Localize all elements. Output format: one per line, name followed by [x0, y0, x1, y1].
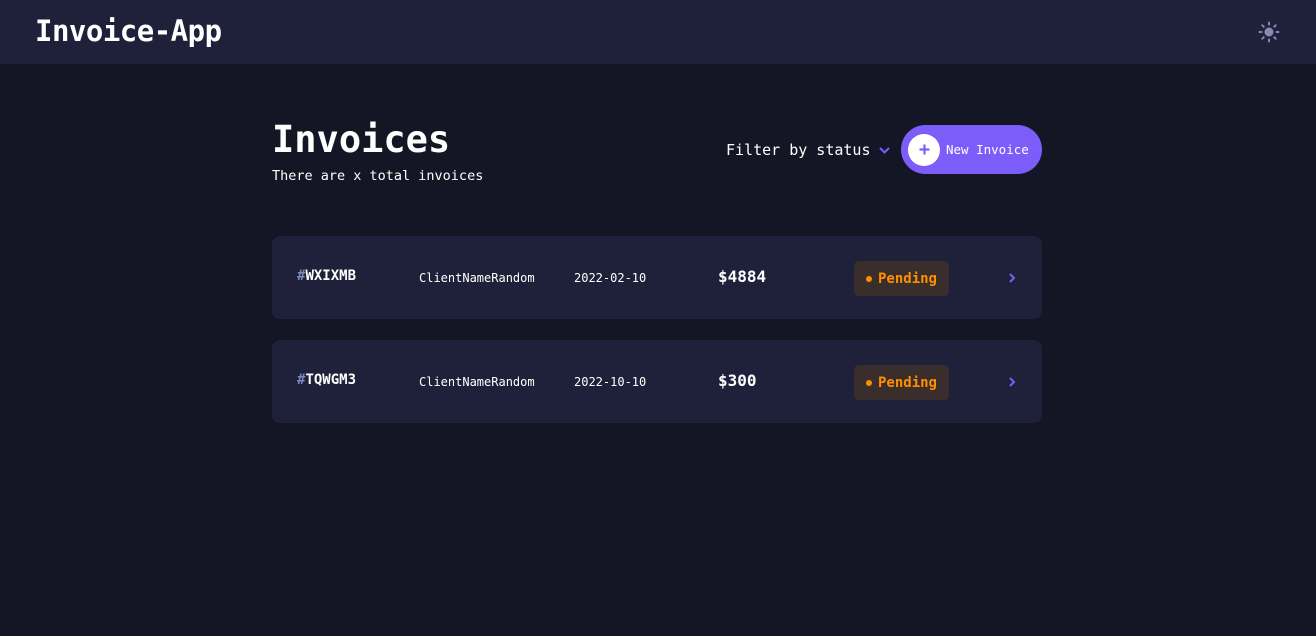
filter-by-status-dropdown[interactable]: Filter by status [726, 140, 890, 160]
plus-circle [908, 133, 940, 166]
status-badge: Pending [854, 365, 949, 400]
invoice-date: 2022-10-10 [574, 375, 647, 389]
status-label: Pending [877, 270, 937, 287]
status-dot [865, 275, 872, 282]
invoice-id: #TQWGM3 [297, 372, 356, 388]
new-invoice-label: New Invoice [946, 142, 1029, 157]
status-badge: Pending [854, 261, 949, 296]
new-invoice-button[interactable]: New Invoice [901, 125, 1042, 174]
invoice-id: #WXIXMB [297, 268, 356, 284]
top-bar: Invoice-App [0, 0, 1316, 64]
status-label: Pending [877, 374, 937, 391]
status-dot [865, 379, 872, 386]
invoice-row[interactable]: #WXIXMB ClientNameRandom 2022-02-10 $488… [272, 236, 1042, 319]
theme-toggle-button[interactable] [1256, 19, 1282, 45]
invoice-id-value: TQWGM3 [305, 372, 357, 388]
chevron-right-icon[interactable] [1006, 375, 1018, 389]
invoice-client: ClientNameRandom [419, 375, 535, 389]
invoice-amount: $4884 [718, 267, 767, 286]
invoice-count-text: There are x total invoices [272, 168, 484, 184]
sun-icon [1258, 21, 1280, 43]
plus-icon [919, 144, 929, 155]
invoice-id-value: WXIXMB [305, 268, 357, 284]
invoice-row[interactable]: #TQWGM3 ClientNameRandom 2022-10-10 $300… [272, 340, 1042, 423]
app-title: Invoice-App [35, 14, 222, 48]
invoice-client: ClientNameRandom [419, 271, 535, 285]
chevron-right-icon[interactable] [1006, 271, 1018, 285]
invoice-amount: $300 [718, 371, 757, 390]
invoice-date: 2022-02-10 [574, 271, 647, 285]
chevron-down-icon [878, 146, 890, 154]
filter-label: Filter by status [726, 141, 871, 159]
page-title: Invoices [272, 118, 451, 161]
